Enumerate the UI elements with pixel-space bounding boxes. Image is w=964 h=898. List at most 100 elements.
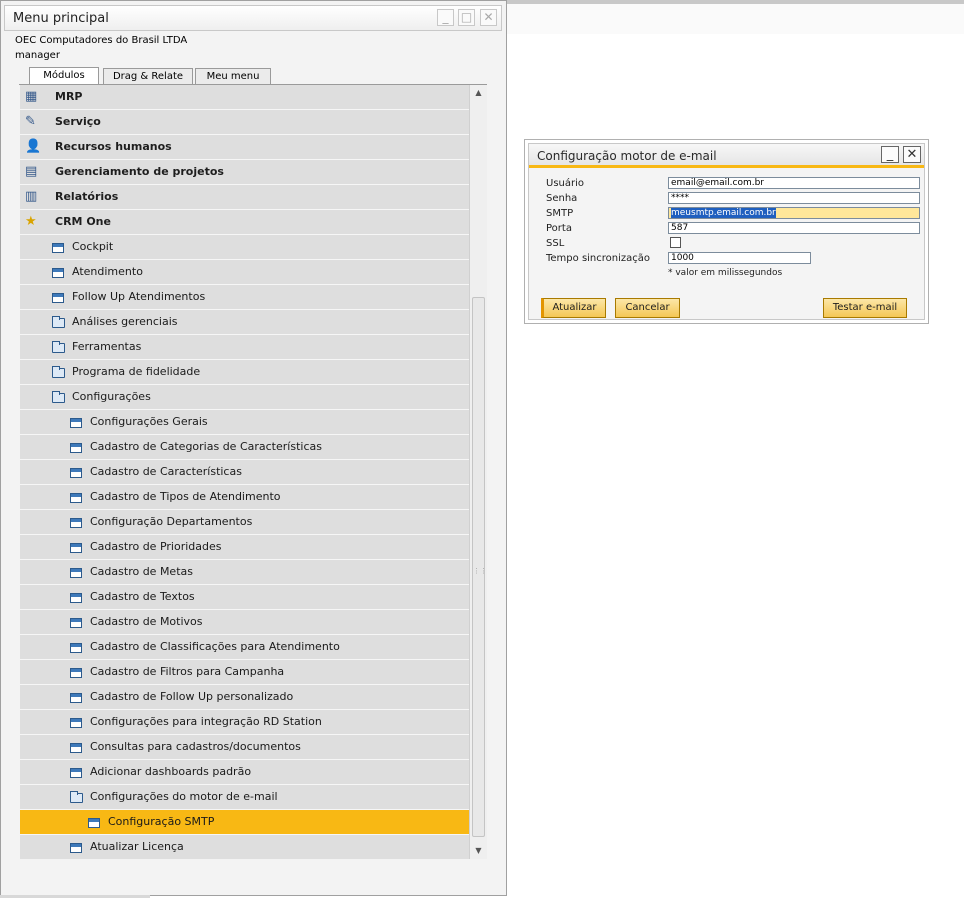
tree-item-cadastro-de-filtros-para-campanha[interactable]: Cadastro de Filtros para Campanha (20, 660, 469, 685)
tree-item-label: Programa de fidelidade (72, 365, 201, 378)
human-resources-icon: 👤 (25, 139, 42, 154)
tree-item-cadastro-de-follow-up-personalizado[interactable]: Cadastro de Follow Up personalizado (20, 685, 469, 710)
ssl-label: SSL (546, 238, 565, 249)
close-button[interactable]: ✕ (480, 9, 497, 26)
crm-one-icon: ★ (25, 214, 37, 229)
smtp-field[interactable]: meusmtp.email.com.br (668, 207, 920, 219)
tree-item-adicionar-dashboards-padrao[interactable]: Adicionar dashboards padrão (20, 760, 469, 785)
folder-open-icon (52, 391, 65, 403)
tree-item-cadastro-de-tipos-de-atendimento[interactable]: Cadastro de Tipos de Atendimento (20, 485, 469, 510)
tree-item-label: Ferramentas (72, 340, 142, 353)
tree-item-label: Cadastro de Metas (90, 565, 193, 578)
tree-item-label: Cadastro de Características (90, 465, 242, 478)
ssl-checkbox[interactable] (670, 237, 681, 248)
usuario-field[interactable]: email@email.com.br (668, 177, 920, 189)
tree-item-cadastro-de-motivos[interactable]: Cadastro de Motivos (20, 610, 469, 635)
tree-item-label: Cadastro de Textos (90, 590, 195, 603)
tree-item-configuracoes-gerais[interactable]: Configurações Gerais (20, 410, 469, 435)
tree-item-label: Cadastro de Classificações para Atendime… (90, 640, 340, 653)
tree-item-label: Relatórios (55, 190, 119, 203)
tree-item-label: Cockpit (72, 240, 114, 253)
dialog-minimize-button[interactable]: _ (881, 146, 899, 163)
tree-item-cadastro-de-prioridades[interactable]: Cadastro de Prioridades (20, 535, 469, 560)
workspace-background (505, 4, 964, 34)
main-menu-titlebar[interactable]: Menu principal _ □ ✕ (4, 5, 502, 31)
tree-item-label: Gerenciamento de projetos (55, 165, 224, 178)
tab-modulos[interactable]: Módulos (29, 67, 99, 85)
tree-item-label: Cadastro de Follow Up personalizado (90, 690, 294, 703)
tree-item-recursos-humanos[interactable]: 👤 Recursos humanos (20, 135, 469, 160)
tree-item-crm-one[interactable]: ★ CRM One (20, 210, 469, 235)
window-icon (70, 693, 82, 703)
tree-item-gerenciamento-de-projetos[interactable]: ▤ Gerenciamento de projetos (20, 160, 469, 185)
tree-item-label: Cadastro de Prioridades (90, 540, 222, 553)
window-icon (70, 568, 82, 578)
project-management-icon: ▤ (25, 164, 38, 179)
tab-meu-menu[interactable]: Meu menu (195, 68, 271, 85)
tree-item-configuracoes-do-motor-de-e-mail[interactable]: Configurações do motor de e-mail (20, 785, 469, 810)
tree-item-atendimento[interactable]: Atendimento (20, 260, 469, 285)
scroll-up-arrow-icon[interactable]: ▲ (470, 85, 487, 101)
tree-item-label: Cadastro de Motivos (90, 615, 203, 628)
tree-item-configuracoes-para-integracao-rd-station[interactable]: Configurações para integração RD Station (20, 710, 469, 735)
window-icon (70, 618, 82, 628)
tree-item-label: Configurações para integração RD Station (90, 715, 322, 728)
scroll-down-arrow-icon[interactable]: ▼ (470, 843, 487, 859)
reports-icon: ▥ (25, 189, 38, 204)
tempo-field[interactable]: 1000 (668, 252, 811, 264)
window-icon (52, 268, 64, 278)
tree-item-cadastro-de-metas[interactable]: Cadastro de Metas (20, 560, 469, 585)
tree-item-label: Consultas para cadastros/documentos (90, 740, 301, 753)
tree-item-label: Follow Up Atendimentos (72, 290, 206, 303)
maximize-button[interactable]: □ (458, 9, 475, 26)
folder-icon (52, 366, 65, 378)
tree-item-label: Cadastro de Tipos de Atendimento (90, 490, 281, 503)
tree-item-configuracoes[interactable]: Configurações (20, 385, 469, 410)
tree-item-programa-de-fidelidade[interactable]: Programa de fidelidade (20, 360, 469, 385)
tree-item-cadastro-de-textos[interactable]: Cadastro de Textos (20, 585, 469, 610)
window-icon (88, 818, 100, 828)
main-menu-title: Menu principal (13, 11, 109, 26)
folder-open-icon (70, 791, 83, 803)
tree-item-cadastro-de-caracteristicas[interactable]: Cadastro de Características (20, 460, 469, 485)
tab-drag-relate[interactable]: Drag & Relate (103, 68, 193, 85)
user-name: manager (15, 50, 60, 61)
tree-item-label: Serviço (55, 115, 101, 128)
tree-item-cadastro-de-categorias-de-caracteristicas[interactable]: Cadastro de Categorias de Característica… (20, 435, 469, 460)
tree-item-ferramentas[interactable]: Ferramentas (20, 335, 469, 360)
minimize-button[interactable]: _ (437, 9, 454, 26)
tree-item-servico[interactable]: ✎ Serviço (20, 110, 469, 135)
tree-item-cadastro-de-classificacoes-para-atendimento[interactable]: Cadastro de Classificações para Atendime… (20, 635, 469, 660)
atualizar-button[interactable]: Atualizar (541, 298, 606, 318)
testar-email-button[interactable]: Testar e-mail (823, 298, 907, 318)
porta-field[interactable]: 587 (668, 222, 920, 234)
tree-item-label: Adicionar dashboards padrão (90, 765, 252, 778)
tree-item-atualizar-licenca[interactable]: Atualizar Licença (20, 835, 469, 859)
tree-item-mrp[interactable]: ▦ MRP (20, 85, 469, 110)
company-name: OEC Computadores do Brasil LTDA (15, 35, 188, 46)
tree-item-label: Configuração SMTP (108, 815, 215, 828)
cancelar-button[interactable]: Cancelar (615, 298, 680, 318)
usuario-label: Usuário (546, 178, 585, 189)
tree-item-follow-up-atendimentos[interactable]: Follow Up Atendimentos (20, 285, 469, 310)
folder-icon (52, 316, 65, 328)
tree-item-cockpit[interactable]: Cockpit (20, 235, 469, 260)
dialog-title: Configuração motor de e-mail (537, 149, 717, 163)
tree-item-relatorios[interactable]: ▥ Relatórios (20, 185, 469, 210)
window-icon (70, 643, 82, 653)
service-icon: ✎ (25, 114, 36, 129)
smtp-value: meusmtp.email.com.br (671, 208, 776, 218)
tree-item-analises-gerenciais[interactable]: Análises gerenciais (20, 310, 469, 335)
dialog-close-button[interactable]: ✕ (903, 146, 921, 163)
tree-item-label: Configurações Gerais (90, 415, 208, 428)
tree-item-configuracao-smtp[interactable]: Configuração SMTP (20, 810, 469, 835)
window-icon (70, 668, 82, 678)
tree-item-label: Recursos humanos (55, 140, 172, 153)
window-icon (70, 768, 82, 778)
tree-scrollbar[interactable]: ▲ ⋮⋮ ▼ (469, 85, 487, 859)
tree-item-configuracao-departamentos[interactable]: Configuração Departamentos (20, 510, 469, 535)
tree-item-consultas-para-cadastros-documentos[interactable]: Consultas para cadastros/documentos (20, 735, 469, 760)
senha-field[interactable]: **** (668, 192, 920, 204)
tree-item-label: Cadastro de Categorias de Característica… (90, 440, 322, 453)
dialog-titlebar[interactable]: Configuração motor de e-mail _ ✕ (529, 144, 924, 168)
